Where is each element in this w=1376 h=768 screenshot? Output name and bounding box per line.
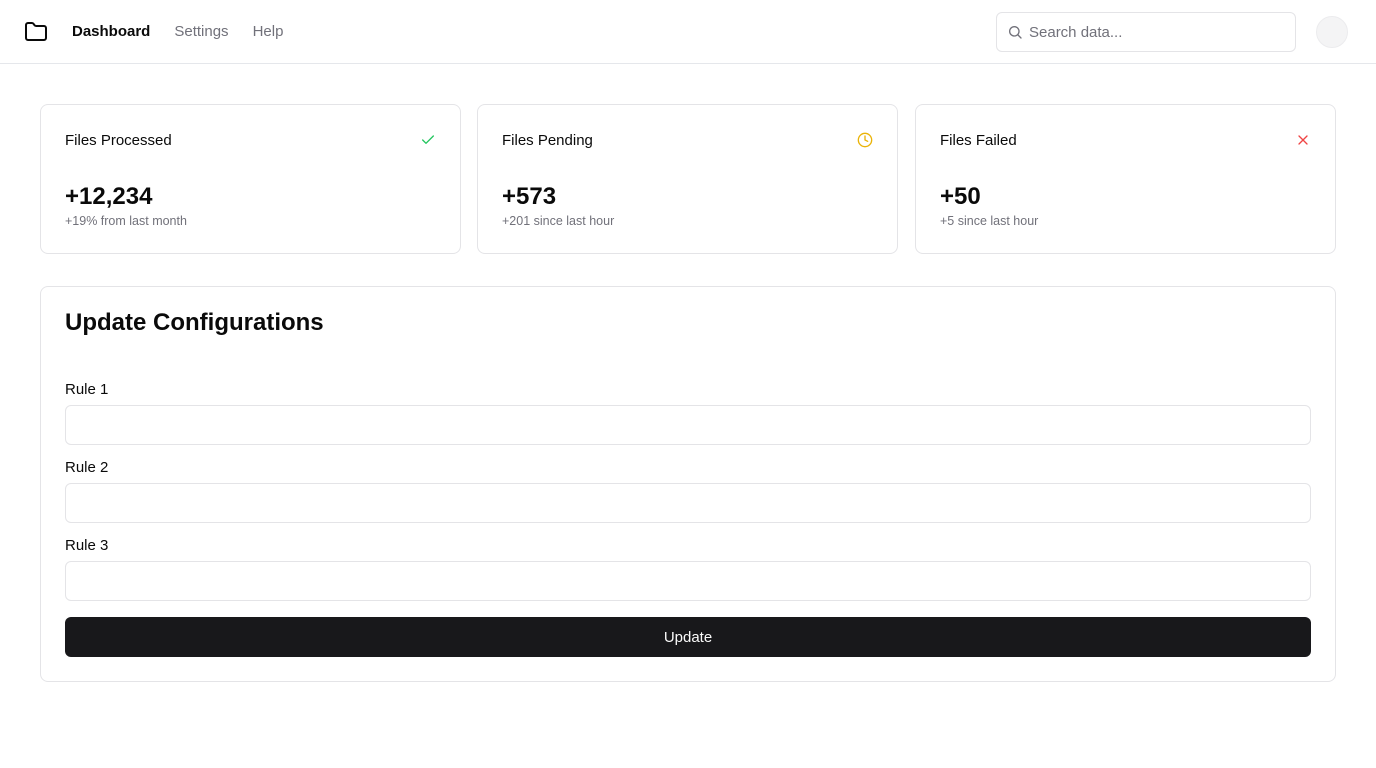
- update-configurations-card: Update Configurations Rule 1 Rule 2 Rule…: [40, 286, 1336, 682]
- rule-2-input[interactable]: [65, 483, 1311, 523]
- card-value: +12,234: [65, 183, 153, 210]
- card-title: Files Pending: [502, 132, 593, 149]
- rule-3-label: Rule 3: [65, 537, 109, 554]
- x-icon: [1298, 135, 1308, 145]
- check-icon: [422, 135, 434, 144]
- files-processed-card: Files Processed +12,234 +19% from last m…: [40, 104, 461, 254]
- files-failed-card: Files Failed +50 +5 since last hour: [915, 104, 1336, 254]
- card-value: +573: [502, 183, 557, 210]
- config-title: Update Configurations: [65, 309, 324, 336]
- rule-1-label: Rule 1: [65, 381, 109, 398]
- card-title: Files Processed: [65, 132, 172, 149]
- rule-2-label: Rule 2: [65, 459, 109, 476]
- nav-settings[interactable]: Settings: [174, 23, 228, 40]
- search-input[interactable]: [1029, 23, 1279, 41]
- search-icon: [1009, 26, 1022, 39]
- avatar[interactable]: [1316, 16, 1348, 48]
- clock-icon: [857, 132, 873, 148]
- card-subtext: +5 since last hour: [940, 214, 1039, 228]
- nav-help[interactable]: Help: [253, 23, 284, 40]
- main-nav: Dashboard Settings Help: [72, 0, 283, 63]
- update-button[interactable]: Update: [65, 617, 1311, 657]
- card-subtext: +201 since last hour: [502, 214, 615, 228]
- nav-dashboard[interactable]: Dashboard: [72, 23, 150, 40]
- folder-icon[interactable]: [24, 20, 48, 44]
- card-subtext: +19% from last month: [65, 214, 187, 228]
- files-pending-card: Files Pending +573 +201 since last hour: [477, 104, 898, 254]
- top-bar: Dashboard Settings Help: [0, 0, 1376, 64]
- search-box[interactable]: [996, 12, 1296, 52]
- card-value: +50: [940, 183, 981, 210]
- rule-3-input[interactable]: [65, 561, 1311, 601]
- rule-1-input[interactable]: [65, 405, 1311, 445]
- card-title: Files Failed: [940, 132, 1017, 149]
